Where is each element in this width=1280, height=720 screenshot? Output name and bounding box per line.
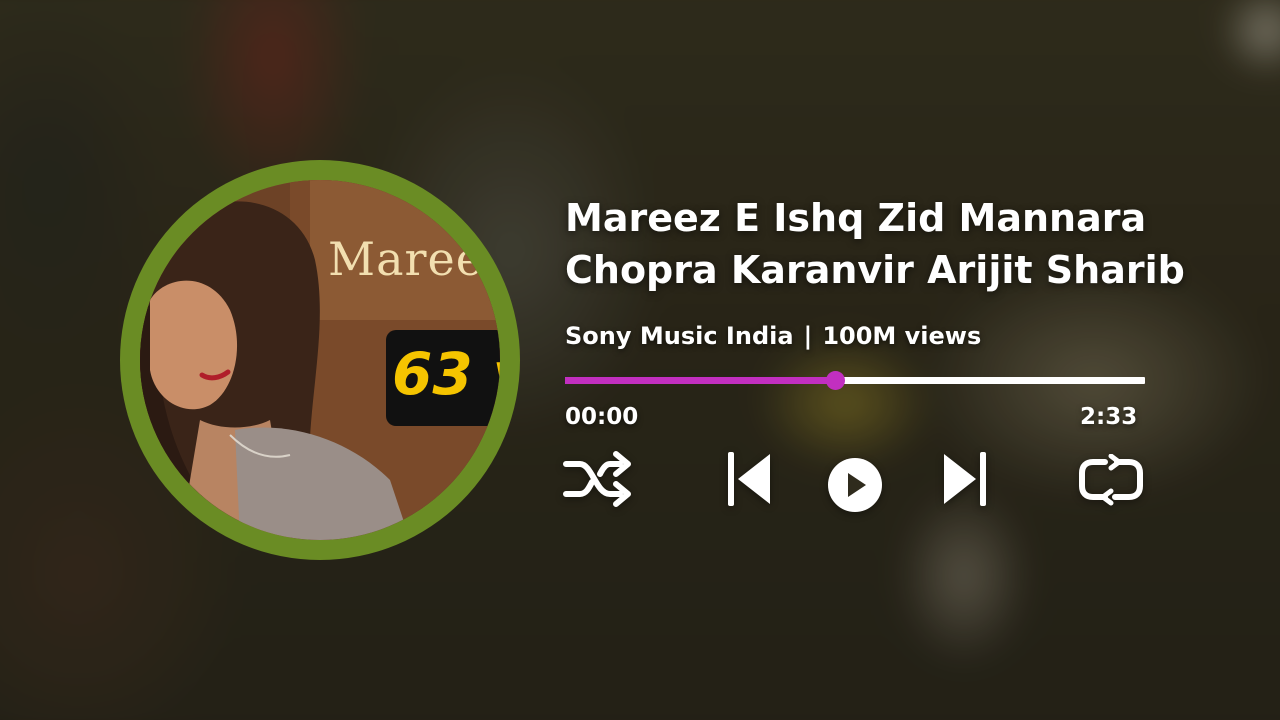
album-art-badge-text: 63 v bbox=[392, 340, 500, 408]
artist-name: Sony Music India bbox=[565, 322, 794, 350]
progress-fill bbox=[565, 377, 835, 384]
progress-thumb[interactable] bbox=[825, 371, 845, 390]
music-player: Mareez 63 v Mareez E Ishq Zid Mannara Ch… bbox=[0, 0, 1280, 720]
album-art: Mareez 63 v bbox=[140, 180, 500, 540]
time-current: 00:00 bbox=[565, 404, 639, 430]
progress-bar[interactable] bbox=[565, 371, 1145, 390]
previous-button[interactable] bbox=[726, 450, 774, 508]
shuffle-button[interactable] bbox=[562, 448, 632, 510]
next-button[interactable] bbox=[940, 450, 988, 508]
view-count: 100M views bbox=[822, 322, 982, 350]
repeat-icon bbox=[1079, 454, 1143, 506]
time-total: 2:33 bbox=[1080, 404, 1138, 430]
song-title: Mareez E Ishq Zid Mannara Chopra Karanvi… bbox=[565, 196, 1185, 292]
skip-previous-icon bbox=[728, 452, 770, 506]
shuffle-icon bbox=[563, 451, 631, 507]
skip-next-icon bbox=[944, 452, 986, 506]
album-art-title: Mareez bbox=[328, 232, 500, 286]
repeat-button[interactable] bbox=[1077, 454, 1145, 508]
track-meta: Sony Music India | 100M views bbox=[565, 322, 981, 350]
play-button[interactable] bbox=[826, 456, 884, 514]
meta-separator: | bbox=[803, 322, 813, 350]
play-icon bbox=[828, 458, 882, 512]
